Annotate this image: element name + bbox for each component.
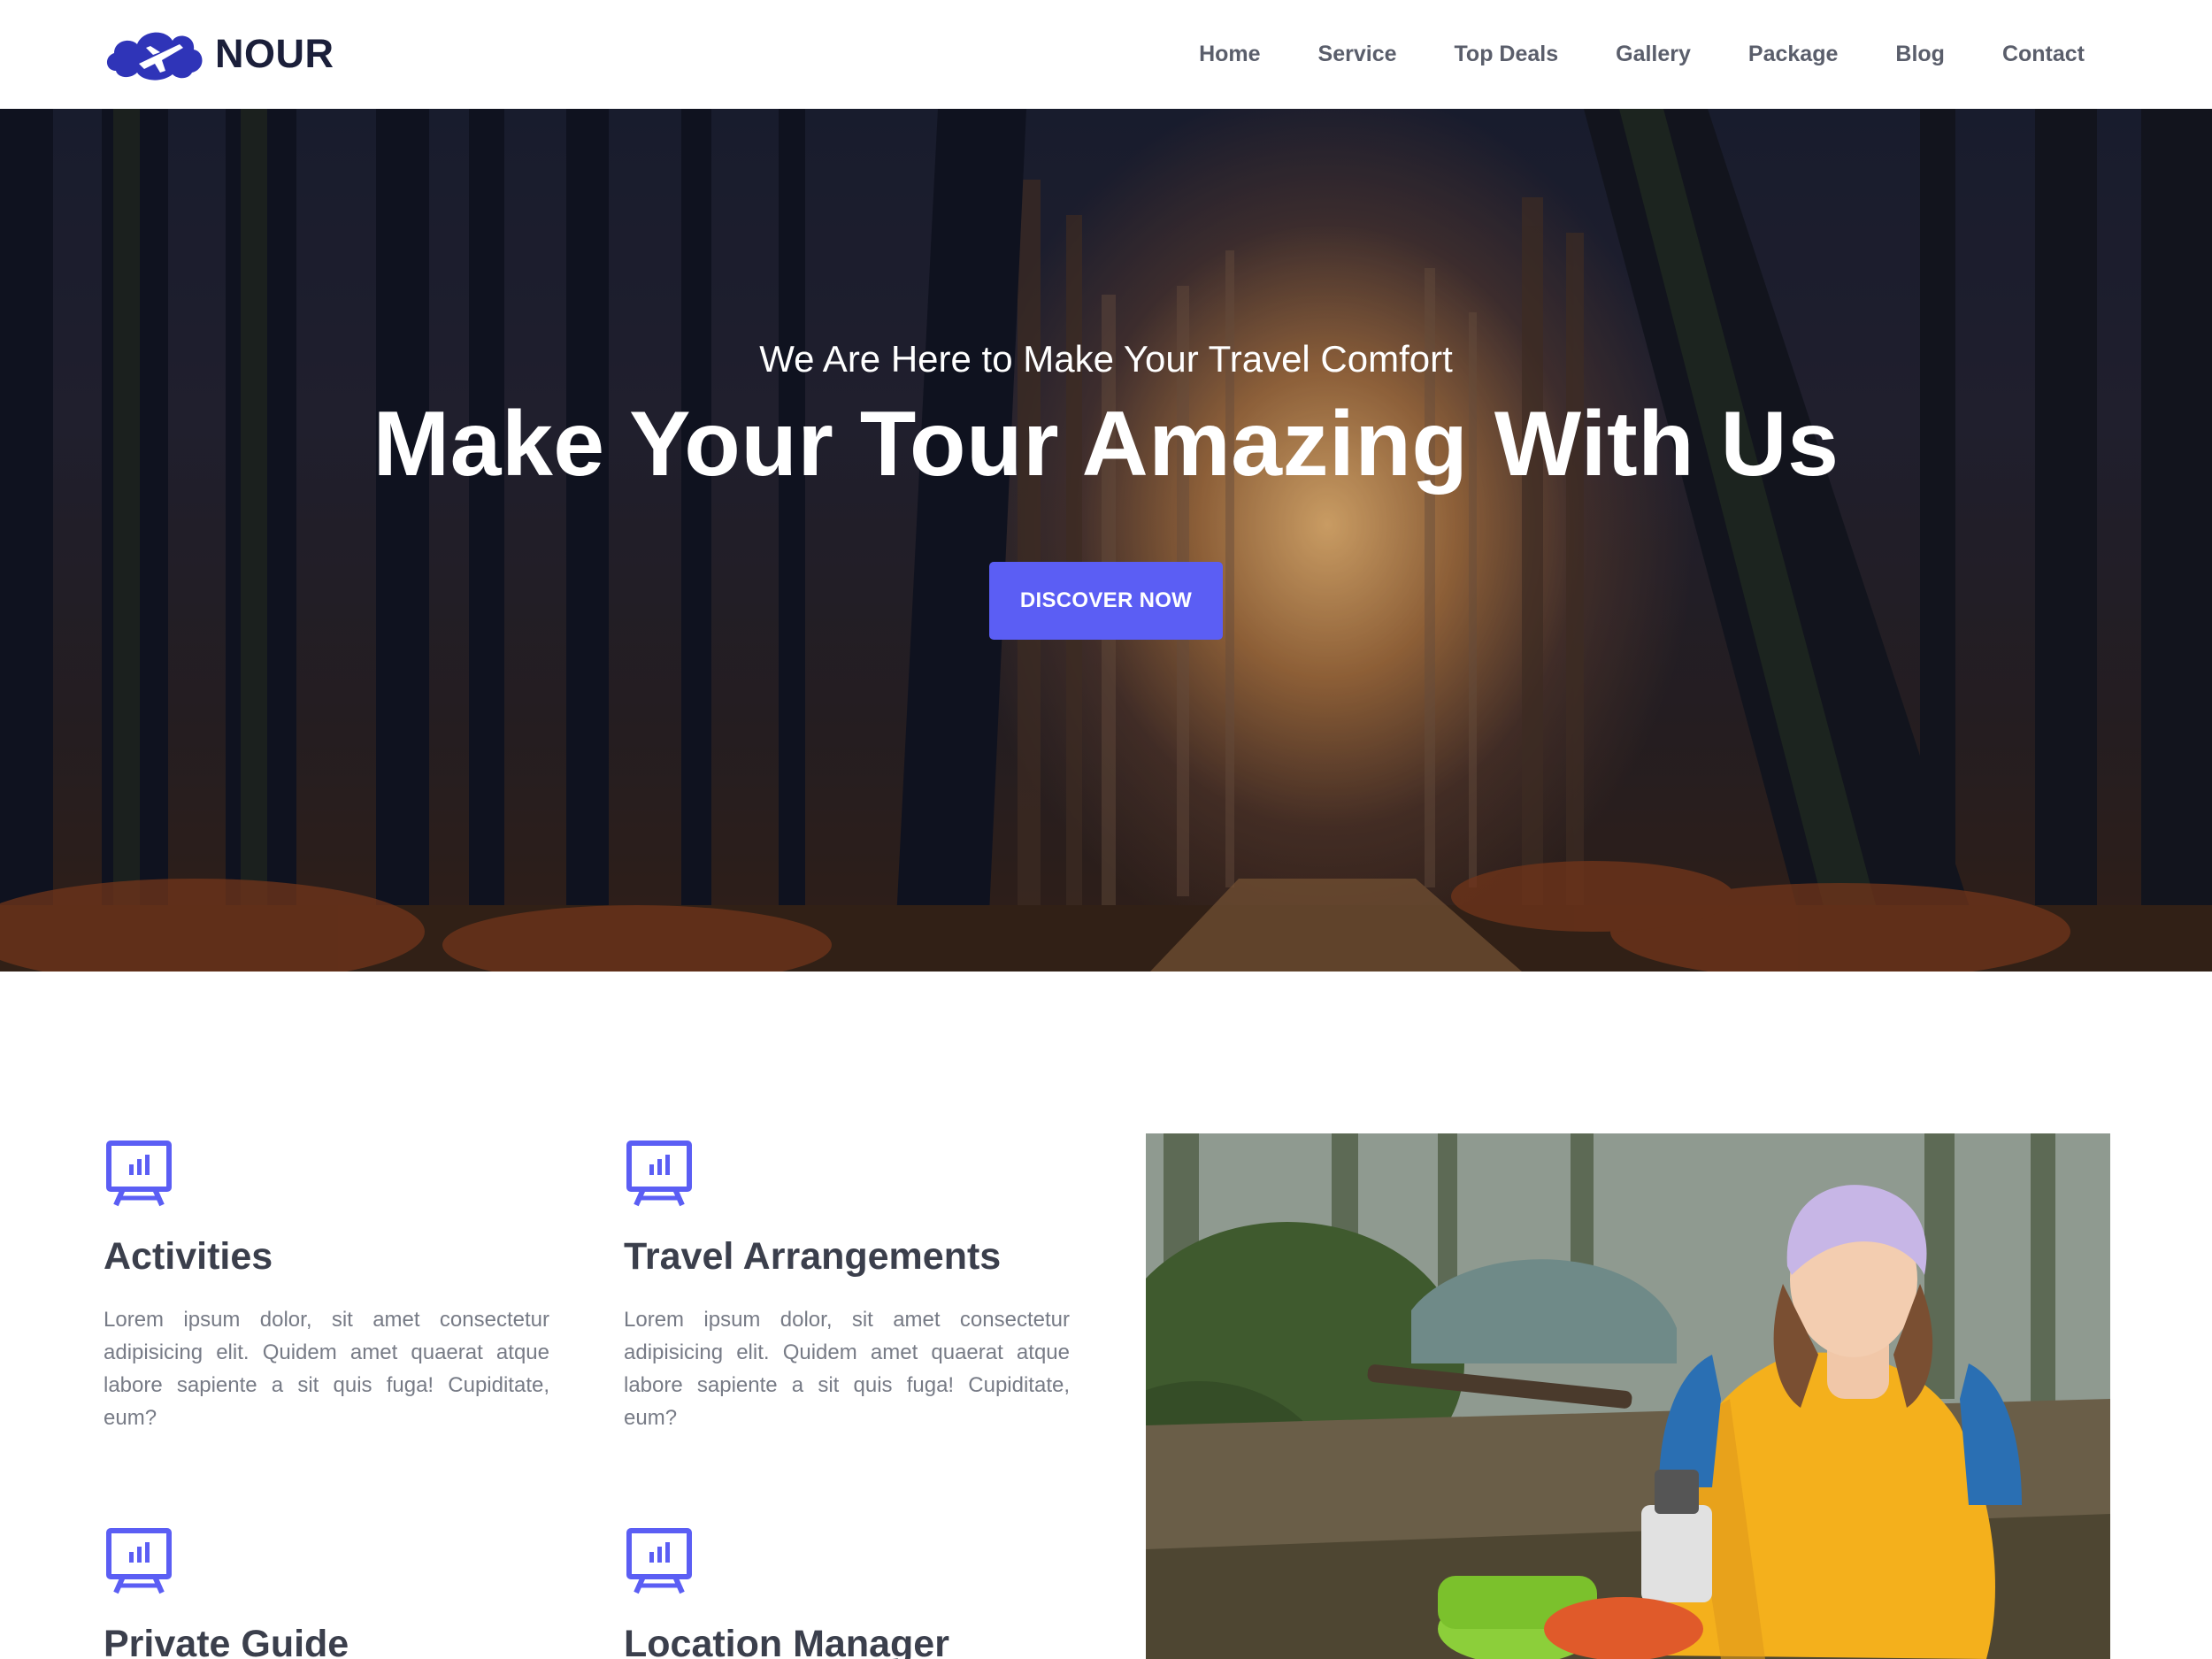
service-card-activities: Activities Lorem ipsum dolor, sit amet c… [104, 1140, 549, 1434]
service-card-location-manager: Location Manager [624, 1527, 1070, 1659]
brand-name: NOUR [215, 31, 334, 76]
service-title: Location Manager [624, 1623, 949, 1659]
hero-banner: We Are Here to Make Your Travel Comfort … [0, 109, 2212, 972]
nav-top-deals[interactable]: Top Deals [1455, 42, 1559, 67]
hiker-photo [1146, 1133, 2110, 1659]
service-description: Lorem ipsum dolor, sit amet consectetur … [104, 1308, 549, 1430]
hero-overlay [0, 109, 2212, 972]
discover-now-button[interactable]: DISCOVER NOW [989, 562, 1223, 640]
service-title: Activities [104, 1235, 273, 1278]
nav-blog[interactable]: Blog [1895, 42, 1945, 67]
nav-gallery[interactable]: Gallery [1616, 42, 1691, 67]
nav-contact[interactable]: Contact [2002, 42, 2085, 67]
nav-home[interactable]: Home [1199, 42, 1260, 67]
hiker-photo-illustration [1146, 1133, 2110, 1659]
hero-subtitle: We Are Here to Make Your Travel Comfort [759, 338, 1453, 380]
main-nav: Home Service Top Deals Gallery Package B… [1199, 0, 2085, 109]
nav-service[interactable]: Service [1318, 42, 1397, 67]
service-card-private-guide: Private Guide [104, 1527, 549, 1659]
service-title: Private Guide [104, 1623, 349, 1659]
hero-title: Make Your Tour Amazing With Us [373, 393, 1839, 495]
service-description: Lorem ipsum dolor, sit amet consectetur … [624, 1308, 1070, 1430]
service-card-travel-arrangements: Travel Arrangements Lorem ipsum dolor, s… [624, 1140, 1070, 1434]
site-header: NOUR Home Service Top Deals Gallery Pack… [0, 0, 2212, 109]
nav-package[interactable]: Package [1748, 42, 1838, 67]
service-title: Travel Arrangements [624, 1235, 1002, 1278]
presentation-chart-icon [626, 1528, 692, 1594]
brand-logo[interactable]: NOUR [104, 25, 334, 83]
presentation-chart-icon [106, 1141, 172, 1207]
presentation-chart-icon [106, 1528, 172, 1594]
presentation-chart-icon [626, 1141, 692, 1207]
cloud-plane-icon [106, 32, 203, 81]
